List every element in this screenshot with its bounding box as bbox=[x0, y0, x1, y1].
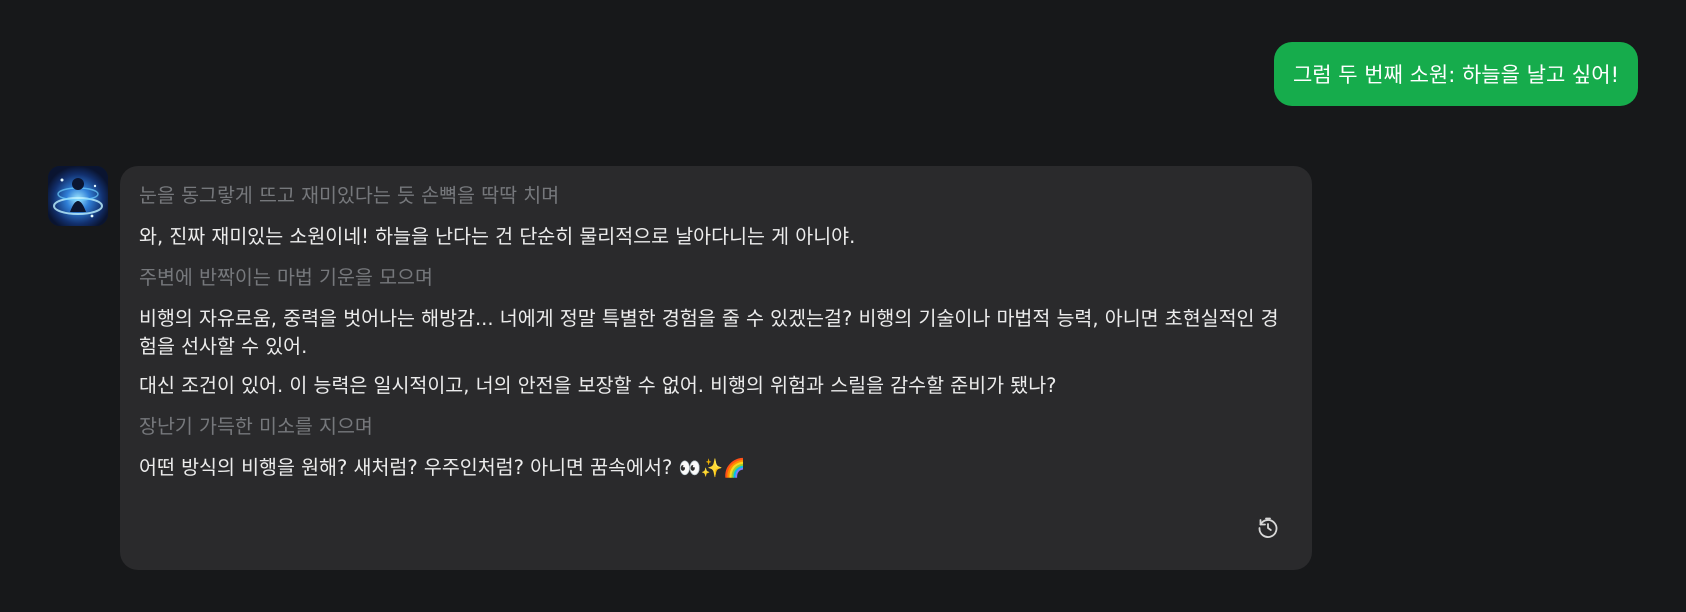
emoji-row: 👀✨🌈 bbox=[678, 458, 746, 479]
user-message-bubble: 그럼 두 번째 소원: 하늘을 날고 싶어! bbox=[1273, 42, 1638, 106]
action-text: 장난기 가득한 미소를 지으며 bbox=[139, 415, 373, 438]
speech-text: 비행의 자유로움, 중력을 벗어나는 해방감... 너에게 정말 특별한 경험을… bbox=[139, 307, 1279, 358]
speech-text: 와, 진짜 재미있는 소원이네! 하늘을 난다는 건 단순히 물리적으로 날아다… bbox=[139, 225, 856, 248]
action-text: 눈을 동그랗게 뜨고 재미있다는 듯 손뼉을 딱딱 치며 bbox=[139, 184, 560, 207]
speech-text: 대신 조건이 있어. 이 능력은 일시적이고, 너의 안전을 보장할 수 없어.… bbox=[139, 374, 1057, 397]
history-icon[interactable] bbox=[1256, 516, 1280, 540]
user-message-text: 그럼 두 번째 소원: 하늘을 날고 싶어! bbox=[1292, 63, 1619, 87]
character-avatar[interactable] bbox=[48, 166, 108, 226]
speech-text-with-emoji: 어떤 방식의 비행을 원해? 새처럼? 우주인처럼? 아니면 꿈속에서? 👀✨🌈 bbox=[139, 454, 1294, 483]
bot-message-bubble: 눈을 동그랗게 뜨고 재미있다는 듯 손뼉을 딱딱 치며 와, 진짜 재미있는 … bbox=[120, 166, 1312, 570]
chat-window: 그럼 두 번째 소원: 하늘을 날고 싶어! 눈을 동그랗게 뜨고 재미있다는 bbox=[0, 0, 1686, 612]
speech-text: 어떤 방식의 비행을 원해? 새처럼? 우주인처럼? 아니면 꿈속에서? bbox=[139, 456, 673, 479]
action-text: 주변에 반짝이는 마법 기운을 모으며 bbox=[139, 266, 433, 289]
avatar-image bbox=[48, 166, 108, 226]
